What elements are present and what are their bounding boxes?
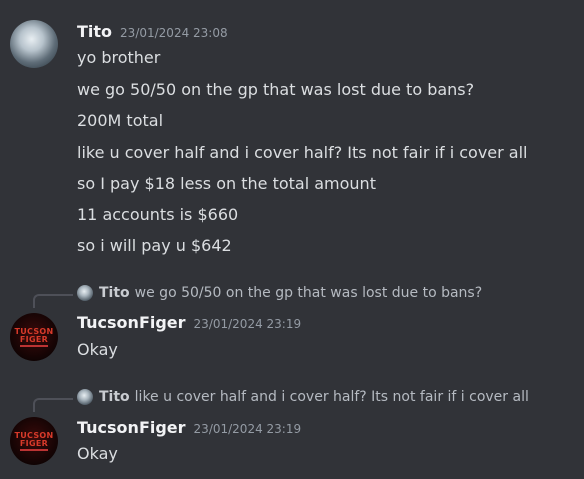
reply-reference[interactable]: Tito like u cover half and i cover half?… xyxy=(77,389,529,405)
reply-avatar-icon xyxy=(77,285,93,301)
reply-spine xyxy=(33,294,73,308)
avatar-logo-text: FIGER xyxy=(19,438,49,448)
chat-log: Tito 23/01/2024 23:08 yo brother we go 5… xyxy=(0,0,584,479)
message-text: 200M total xyxy=(77,111,164,130)
reply-reference[interactable]: Tito we go 50/50 on the gp that was lost… xyxy=(77,285,482,301)
reply-username[interactable]: Tito xyxy=(99,285,130,301)
timestamp[interactable]: 23/01/2024 23:08 xyxy=(120,26,228,40)
tito-avatar[interactable] xyxy=(10,20,58,68)
tucsonfiger-avatar[interactable]: TUCSON FIGER xyxy=(10,313,58,361)
message-text: so I pay $18 less on the total amount xyxy=(77,174,376,193)
reply-text[interactable]: like u cover half and i cover half? Its … xyxy=(135,389,529,405)
message-header: Tito 23/01/2024 23:08 xyxy=(77,22,228,41)
message-text: we go 50/50 on the gp that was lost due … xyxy=(77,80,475,99)
reply-text[interactable]: we go 50/50 on the gp that was lost due … xyxy=(135,285,482,301)
message-text: Okay xyxy=(77,340,118,359)
username[interactable]: Tito xyxy=(77,22,112,41)
avatar-logo-underline xyxy=(20,448,48,451)
avatar-logo-text: FIGER xyxy=(19,334,49,344)
message-header: TucsonFiger 23/01/2024 23:19 xyxy=(77,313,301,332)
reply-username[interactable]: Tito xyxy=(99,389,130,405)
avatar-logo-underline xyxy=(20,344,48,347)
message-header: TucsonFiger 23/01/2024 23:19 xyxy=(77,418,301,437)
message-text: like u cover half and i cover half? Its … xyxy=(77,143,528,162)
reply-avatar-icon xyxy=(77,389,93,405)
message-text: so i will pay u $642 xyxy=(77,236,232,255)
reply-spine xyxy=(33,398,73,412)
tucsonfiger-avatar[interactable]: TUCSON FIGER xyxy=(10,417,58,465)
username[interactable]: TucsonFiger xyxy=(77,418,186,437)
username[interactable]: TucsonFiger xyxy=(77,313,186,332)
timestamp[interactable]: 23/01/2024 23:19 xyxy=(194,317,302,331)
timestamp[interactable]: 23/01/2024 23:19 xyxy=(194,422,302,436)
message-text: 11 accounts is $660 xyxy=(77,205,239,224)
message-text: Okay xyxy=(77,444,118,463)
message-text: yo brother xyxy=(77,48,161,67)
